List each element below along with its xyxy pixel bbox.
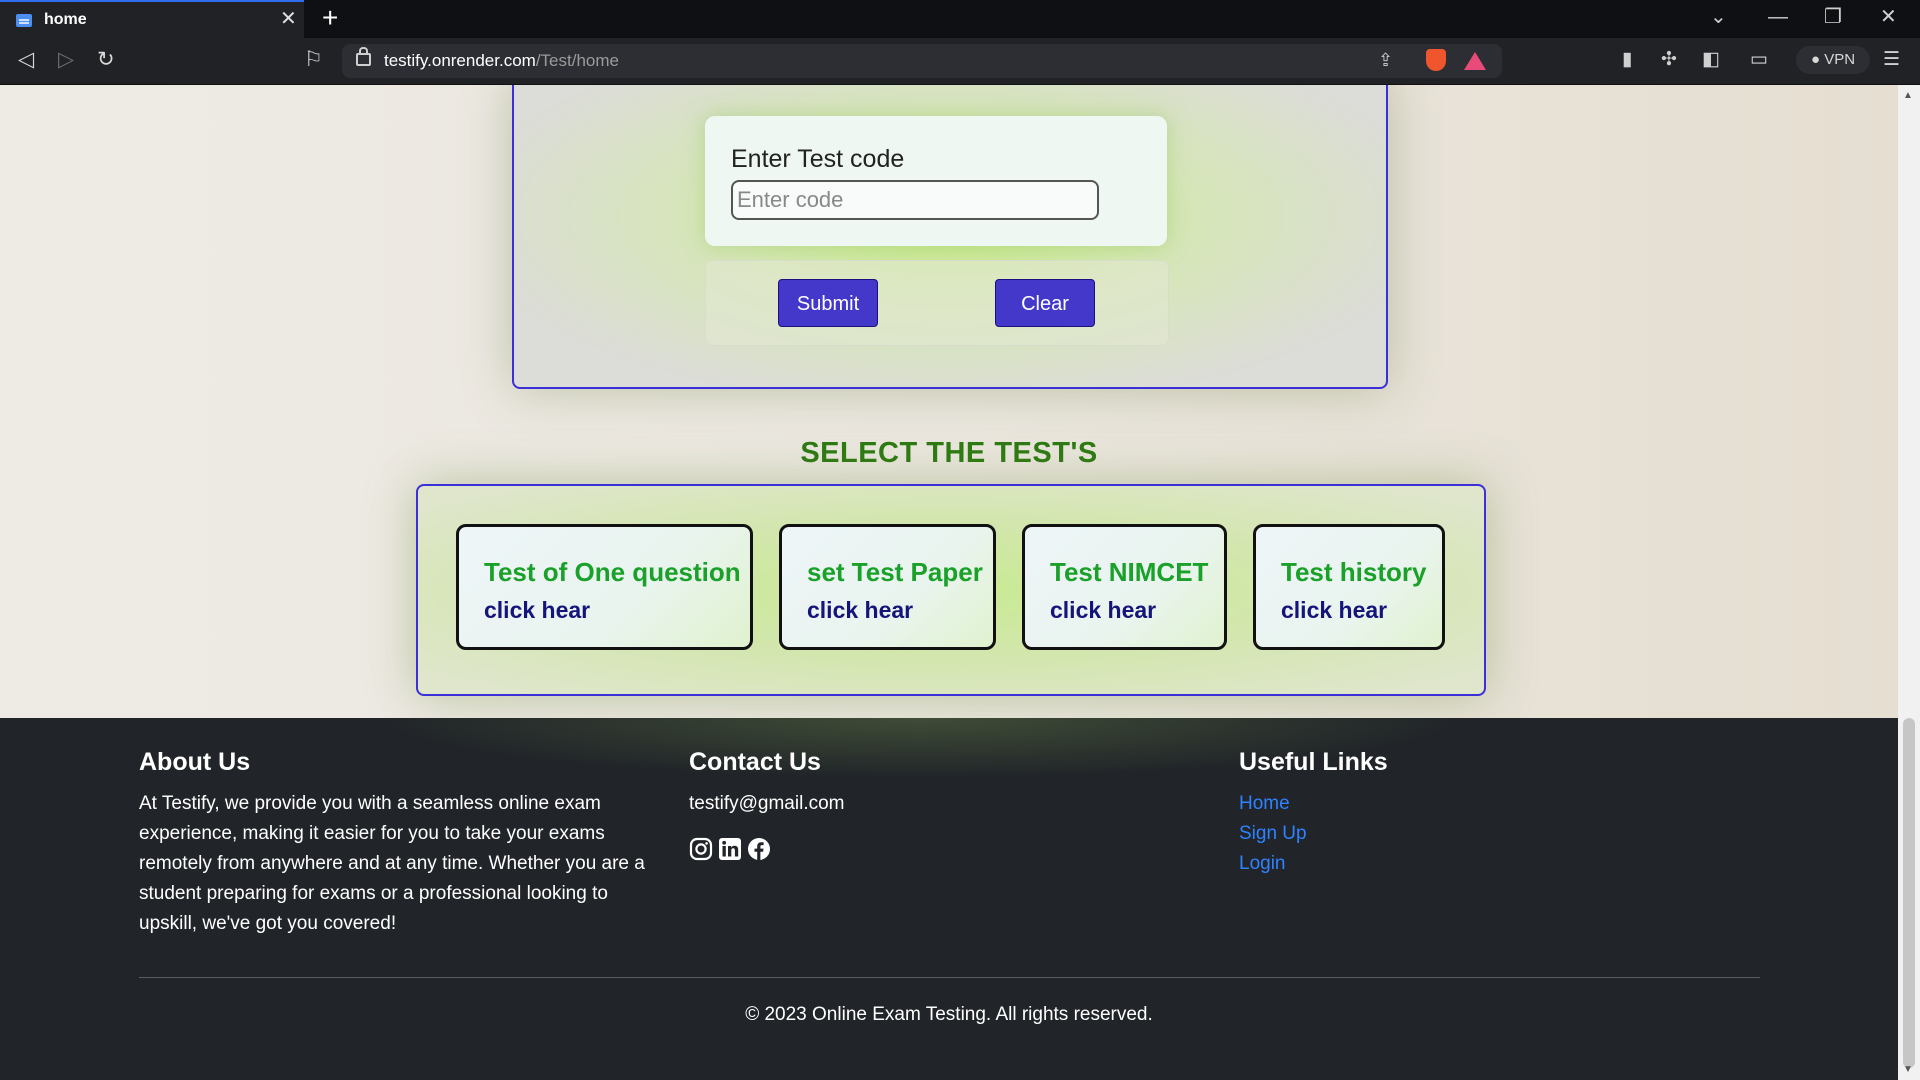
wallet-icon[interactable]: ▭	[1750, 48, 1768, 72]
footer-contact: Contact Us testify@gmail.com	[689, 748, 1189, 861]
footer-link-sign-up[interactable]: Sign Up	[1239, 819, 1639, 849]
tests-panel: Test of One question click hear set Test…	[416, 484, 1486, 696]
vpn-label: VPN	[1824, 51, 1856, 68]
test-link[interactable]: click hear	[484, 597, 590, 624]
close-icon[interactable]: ✕	[280, 8, 297, 30]
wallet-cards-icon[interactable]: ▮	[1622, 48, 1632, 72]
vpn-button[interactable]: ● VPN	[1796, 46, 1870, 74]
test-code-label: Enter Test code	[731, 145, 905, 173]
forward-icon[interactable]: ▷	[58, 48, 74, 72]
clear-button[interactable]: Clear	[995, 279, 1095, 327]
footer-link-home[interactable]: Home	[1239, 789, 1639, 819]
scroll-up-icon[interactable]: ▲	[1903, 90, 1913, 101]
new-tab-icon[interactable]: +	[322, 2, 338, 34]
facebook-icon[interactable]	[747, 837, 771, 861]
instagram-icon[interactable]	[689, 837, 713, 861]
test-link[interactable]: click hear	[1281, 597, 1387, 624]
restore-icon[interactable]: ❐	[1824, 5, 1842, 29]
test-card-history[interactable]: Test history click hear	[1253, 524, 1445, 650]
test-code-input[interactable]	[731, 180, 1099, 220]
test-name: Test of One question	[484, 557, 741, 587]
test-card-set-paper[interactable]: set Test Paper click hear	[779, 524, 996, 650]
test-name: set Test Paper	[807, 557, 983, 587]
tab-list-icon[interactable]: ⌄	[1710, 5, 1727, 29]
about-title: About Us	[139, 748, 251, 776]
extensions-icon[interactable]: ✣	[1661, 48, 1677, 72]
tab-home[interactable]: home ✕	[0, 0, 304, 38]
test-card-nimcet[interactable]: Test NIMCET click hear	[1022, 524, 1227, 650]
url-field[interactable]: testify.onrender.com/Test/home ⇪	[342, 44, 1502, 78]
lock-icon	[356, 47, 371, 66]
linkedin-icon[interactable]	[718, 837, 742, 861]
form-buttons: Submit Clear	[705, 260, 1169, 346]
minimize-icon[interactable]: —	[1768, 5, 1788, 29]
copyright: © 2023 Online Exam Testing. All rights r…	[745, 1004, 1153, 1025]
address-bar: ◁ ▷ ↻ ⚐ testify.onrender.com/Test/home ⇪…	[0, 38, 1920, 85]
window-close-icon[interactable]: ✕	[1880, 5, 1897, 29]
links-title: Useful Links	[1239, 748, 1388, 776]
url-path: /Test/home	[535, 51, 619, 70]
social-links	[689, 837, 1189, 861]
test-name: Test history	[1281, 557, 1427, 587]
contact-title: Contact Us	[689, 748, 821, 776]
about-text: At Testify, we provide you with a seamle…	[139, 793, 645, 934]
reload-icon[interactable]: ↻	[97, 48, 115, 72]
test-link[interactable]: click hear	[807, 597, 913, 624]
test-link[interactable]: click hear	[1050, 597, 1156, 624]
footer-divider	[139, 977, 1760, 978]
contact-email: testify@gmail.com	[689, 793, 845, 814]
brave-shields-icon[interactable]	[1426, 49, 1446, 71]
section-title: SELECT THE TEST'S	[800, 437, 1098, 469]
tab-bar: home ✕ + ⌄ — ❐ ✕	[0, 0, 1920, 38]
scroll-down-icon[interactable]: ▼	[1903, 1064, 1913, 1075]
share-icon[interactable]: ⇪	[1378, 50, 1393, 71]
footer-links: Useful Links Home Sign Up Login	[1239, 748, 1639, 879]
test-code-card: Enter Test code	[705, 116, 1167, 246]
back-icon[interactable]: ◁	[18, 48, 34, 72]
footer-about: About Us At Testify, we provide you with…	[139, 748, 659, 939]
sidebar-icon[interactable]: ◧	[1702, 48, 1720, 72]
url-host: testify.onrender.com	[384, 51, 536, 70]
submit-button[interactable]: Submit	[778, 279, 878, 327]
menu-icon[interactable]: ☰	[1883, 48, 1900, 72]
url-text: testify.onrender.com/Test/home	[384, 51, 619, 71]
footer: About Us At Testify, we provide you with…	[0, 718, 1898, 1080]
test-name: Test NIMCET	[1050, 557, 1209, 587]
bookmark-icon[interactable]: ⚐	[304, 48, 323, 72]
footer-link-login[interactable]: Login	[1239, 849, 1639, 879]
brave-rewards-icon[interactable]	[1464, 52, 1486, 70]
test-card-one-question[interactable]: Test of One question click hear	[456, 524, 753, 650]
scrollbar-thumb[interactable]	[1903, 718, 1915, 1068]
tab-title: home	[44, 11, 87, 28]
page-icon	[16, 14, 32, 27]
